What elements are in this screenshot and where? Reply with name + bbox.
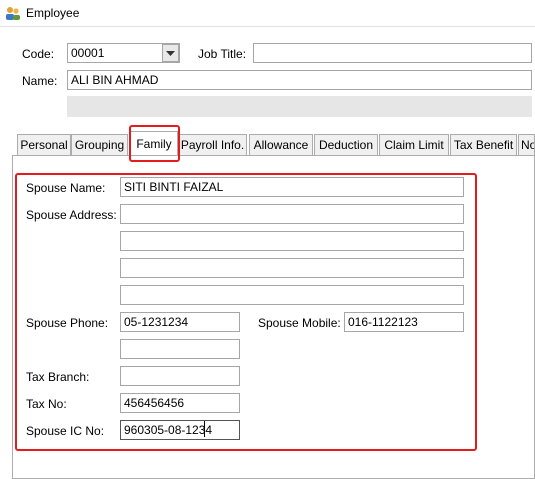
tab-payroll-info[interactable]: Payroll Info. bbox=[178, 134, 247, 155]
chevron-down-icon bbox=[166, 51, 175, 56]
family-tab-highlight bbox=[129, 125, 180, 162]
family-fields-highlight bbox=[15, 173, 477, 451]
tab-label: Payroll Info. bbox=[180, 138, 245, 152]
window-title: Employee bbox=[26, 6, 80, 20]
tab-label: Tax Benefit bbox=[453, 138, 514, 152]
tab-grouping[interactable]: Grouping bbox=[71, 134, 128, 155]
title-bar: Employee bbox=[0, 0, 535, 27]
job-title-label: Job Title: bbox=[198, 47, 247, 61]
tab-label: Personal bbox=[20, 138, 68, 152]
code-value: 00001 bbox=[71, 46, 105, 60]
users-icon bbox=[6, 7, 20, 20]
tab-overflow[interactable]: No bbox=[518, 134, 535, 155]
tab-tax-benefit[interactable]: Tax Benefit bbox=[450, 134, 517, 155]
tab-allowance[interactable]: Allowance bbox=[249, 134, 313, 155]
name-label: Name: bbox=[22, 74, 58, 88]
tab-label: Grouping bbox=[74, 138, 125, 152]
readonly-info-bar bbox=[67, 96, 532, 117]
job-title-field[interactable] bbox=[253, 43, 532, 63]
code-dropdown-button[interactable] bbox=[162, 44, 179, 62]
tab-strip: Personal Grouping Family Payroll Info. A… bbox=[12, 131, 535, 156]
tab-personal[interactable]: Personal bbox=[17, 134, 71, 155]
tab-claim-limit[interactable]: Claim Limit bbox=[379, 134, 449, 155]
tab-label: Claim Limit bbox=[384, 138, 444, 152]
tab-label: Deduction bbox=[318, 138, 374, 152]
code-label: Code: bbox=[22, 47, 55, 61]
tab-label: Allowance bbox=[253, 138, 309, 152]
tab-label: No bbox=[521, 138, 535, 152]
name-value: ALI BIN AHMAD bbox=[71, 73, 159, 87]
name-field[interactable]: ALI BIN AHMAD bbox=[67, 70, 532, 90]
tab-deduction[interactable]: Deduction bbox=[314, 134, 378, 155]
